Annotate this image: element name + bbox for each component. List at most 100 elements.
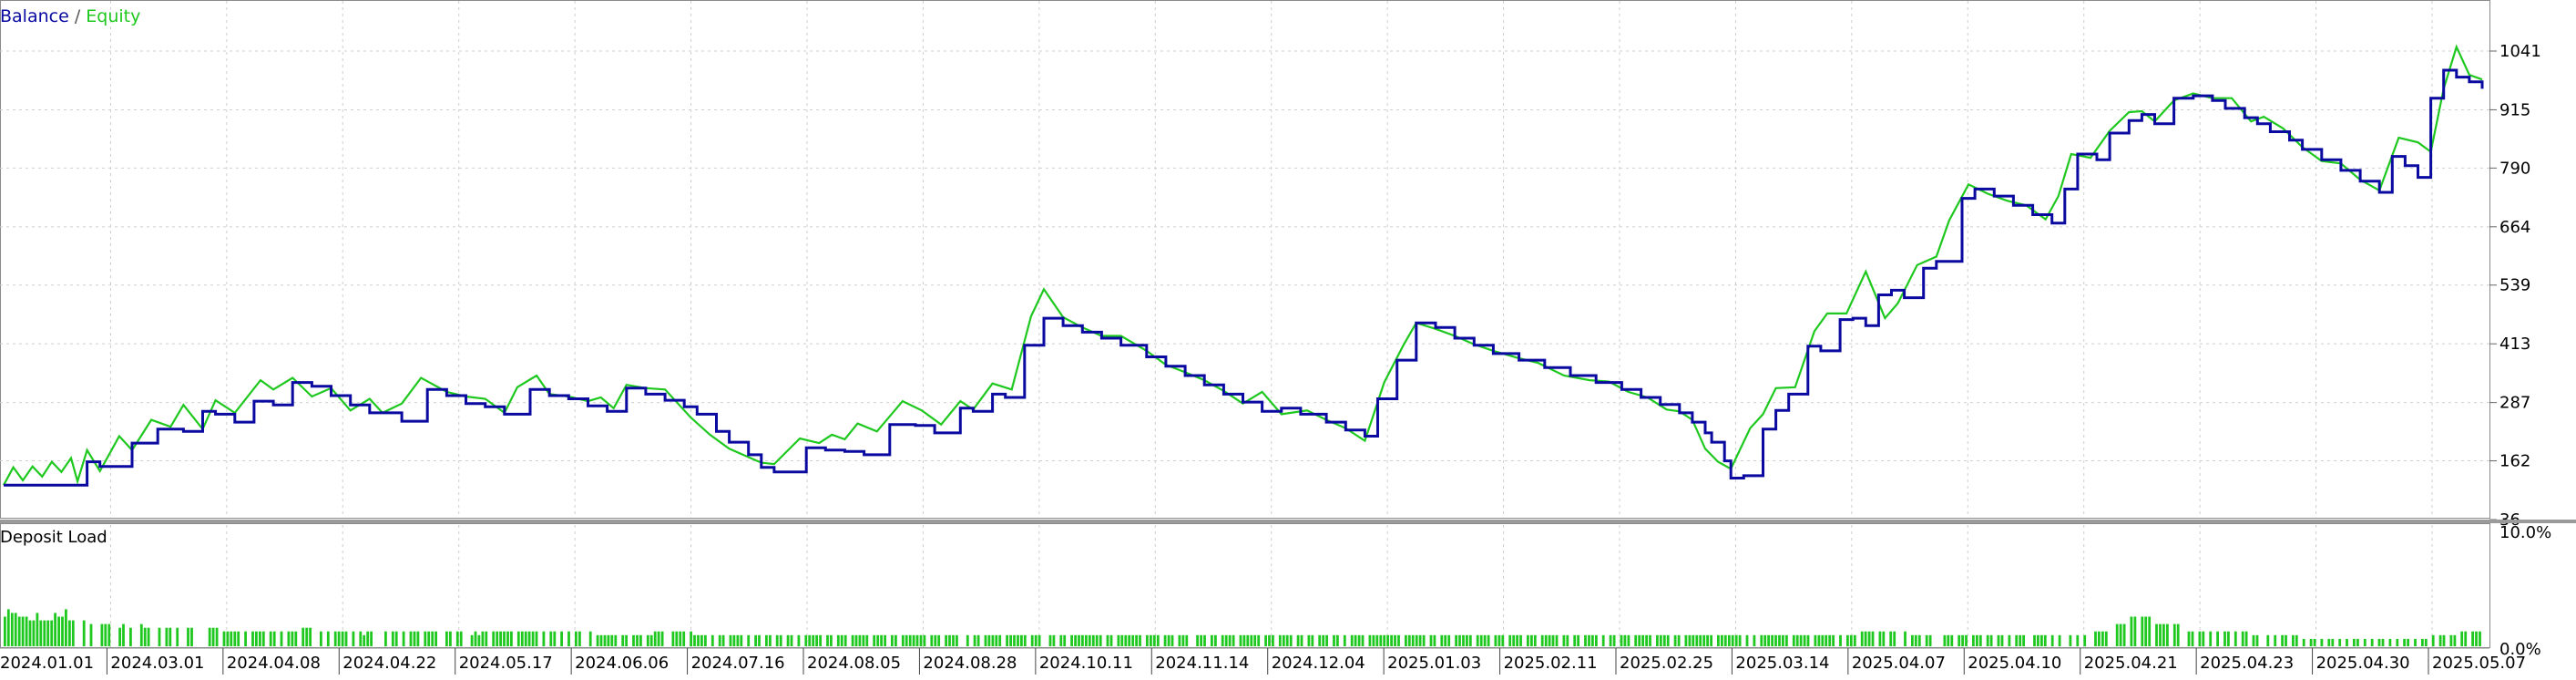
deposit-load-bar — [474, 631, 477, 646]
x-tick-label: 2025.02.25 — [1620, 654, 1713, 673]
deposit-load-bar — [1904, 631, 1906, 646]
deposit-load-bar — [54, 613, 56, 646]
deposit-load-bar — [2008, 634, 2011, 646]
deposit-load-bar — [697, 634, 700, 646]
deposit-load-bar — [2252, 634, 2255, 646]
deposit-load-bar — [649, 634, 653, 646]
deposit-load-bar — [1006, 634, 1008, 646]
deposit-load-bar — [1702, 634, 1706, 646]
deposit-load-bar — [2442, 634, 2446, 646]
deposit-load-bar — [1221, 634, 1224, 646]
deposit-load-bar — [1961, 634, 1964, 646]
deposit-load-bar — [305, 627, 309, 646]
deposit-load-bar — [2148, 616, 2152, 646]
deposit-load-bar — [370, 631, 373, 646]
deposit-load-bar — [854, 634, 858, 646]
deposit-load-bar — [1017, 634, 1019, 646]
deposit-load-bar — [1976, 634, 1978, 646]
deposit-load-bar — [905, 634, 908, 646]
deposit-load-bar — [721, 634, 725, 646]
deposit-load-bar — [2166, 623, 2169, 646]
deposit-load-bar — [775, 634, 779, 646]
deposit-load-bar — [2216, 631, 2219, 646]
deposit-load-bar — [1753, 634, 1756, 646]
deposit-load-bar — [291, 631, 294, 646]
deposit-load-bar — [255, 631, 258, 646]
deposit-load-bar — [2094, 631, 2097, 646]
deposit-load-bar — [1375, 634, 1379, 646]
deposit-load-bar — [1595, 634, 1598, 646]
deposit-load-bar — [2363, 638, 2366, 646]
deposit-load-bar — [2122, 623, 2126, 646]
deposit-load-bar — [1649, 634, 1651, 646]
deposit-load-bar — [21, 616, 25, 646]
deposit-load-bar — [560, 631, 563, 646]
deposit-load-bar — [165, 627, 169, 646]
deposit-load-bar — [1289, 634, 1293, 646]
deposit-load-bar — [1268, 634, 1271, 646]
deposit-load-bar — [481, 631, 485, 646]
y-tick-label: 915 — [2499, 100, 2530, 119]
deposit-load-bar — [599, 634, 603, 646]
deposit-load-bar — [394, 631, 398, 646]
deposit-load-bar — [2015, 634, 2019, 646]
deposit-load-bar — [2274, 634, 2277, 646]
deposit-load-bar — [1555, 634, 1559, 646]
deposit-load-bar — [1117, 634, 1120, 646]
deposit-load-bar — [1699, 634, 1702, 646]
deposit-load-bar — [830, 634, 833, 646]
deposit-load-bar — [1246, 634, 1250, 646]
deposit-load-bar — [1878, 631, 1882, 646]
y-tick-label: 287 — [2499, 394, 2530, 413]
deposit-load-bar — [1343, 634, 1346, 646]
deposit-load-bar — [485, 631, 488, 646]
deposit-load-bar — [499, 631, 502, 646]
deposit-load-bar — [2176, 623, 2180, 646]
deposit-load-bar — [1519, 634, 1522, 646]
deposit-load-bar — [503, 631, 506, 646]
deposit-load-bar — [2191, 631, 2194, 646]
deposit-load-bar — [1710, 634, 1712, 646]
panel-splitter[interactable] — [0, 520, 2576, 523]
deposit-load-bar — [736, 634, 740, 646]
deposit-load-bar — [2302, 638, 2305, 646]
deposit-load-bar — [1070, 634, 1073, 646]
deposit-load-bar — [1839, 634, 1842, 646]
deposit-load-bar — [952, 634, 955, 646]
deposit-load-bar — [625, 634, 628, 646]
deposit-load-bar — [1099, 634, 1102, 646]
deposit-load-bar — [1997, 634, 2000, 646]
deposit-load-bar — [211, 627, 215, 646]
deposit-load-bar — [596, 634, 599, 646]
deposit-load-bar — [2144, 616, 2148, 646]
deposit-load-bar — [729, 634, 732, 646]
deposit-load-bar — [1778, 634, 1781, 646]
deposit-load-bar — [880, 634, 883, 646]
deposit-load-bar — [1487, 634, 1490, 646]
deposit-load-bar — [1394, 634, 1396, 646]
deposit-load-bar — [1917, 634, 1921, 646]
deposit-load-bar — [1150, 634, 1152, 646]
y-tick-label: 162 — [2499, 452, 2530, 471]
deposit-load-bar — [1620, 634, 1623, 646]
legend-balance-label: Balance — [0, 6, 69, 26]
deposit-load-bar — [36, 613, 39, 646]
deposit-load-bar — [1458, 634, 1461, 646]
deposit-load-bar — [1462, 634, 1465, 646]
deposit-load-bar — [1156, 634, 1160, 646]
deposit-load-bar — [455, 631, 459, 646]
deposit-load-bar — [1466, 634, 1468, 646]
deposit-load-bar — [2471, 631, 2474, 646]
deposit-load-bar — [1609, 634, 1612, 646]
deposit-load-bar — [1832, 634, 1835, 646]
deposit-load-bar — [10, 613, 14, 646]
deposit-load-bar — [1911, 634, 1914, 646]
deposit-load-bar — [2130, 616, 2133, 646]
deposit-load-bar — [244, 631, 247, 646]
deposit-load-bar — [704, 634, 707, 646]
deposit-load-bar — [858, 634, 862, 646]
deposit-load-bar — [352, 631, 355, 646]
deposit-load-bar — [1455, 634, 1457, 646]
deposit-load-bar — [578, 631, 581, 646]
deposit-load-bar — [700, 634, 703, 646]
